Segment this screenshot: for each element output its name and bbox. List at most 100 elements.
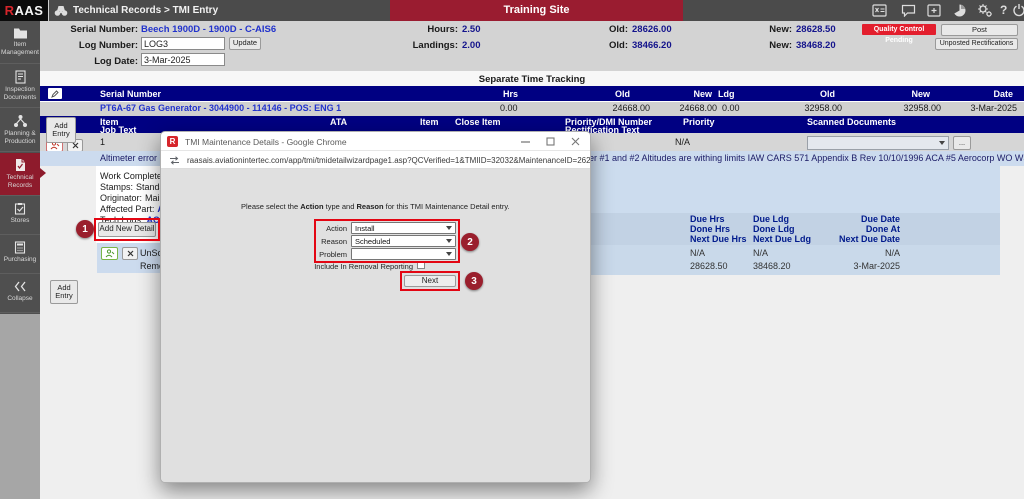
sidebar-item-planning-production[interactable]: Planning & Production: [0, 109, 40, 152]
settings-gears-icon[interactable]: [977, 3, 993, 18]
done-at-label: Done At: [790, 224, 900, 234]
reason-label: Reason: [297, 237, 347, 246]
modal-prompt-text: Please select the Action type and Reason…: [241, 202, 510, 211]
stt-col-old2: Old: [795, 89, 835, 99]
stt-col-old1: Old: [590, 89, 630, 99]
pie-chart-icon[interactable]: [952, 3, 967, 18]
due-values-ldg: N/A 38468.20: [753, 247, 791, 273]
post-button[interactable]: Post: [941, 24, 1018, 36]
modal-title: TMI Maintenance Details - Google Chrome: [185, 137, 347, 147]
training-site-banner: Training Site: [390, 0, 683, 21]
modal-url-bar[interactable]: raasais.aviationintertec.com/app/tmi/tmi…: [161, 151, 590, 169]
sidebar-item-purchasing[interactable]: Purchasing: [0, 236, 40, 274]
breadcrumb[interactable]: Technical Records > TMI Entry: [73, 5, 218, 16]
include-removal-label: Include In Removal Reporting: [257, 262, 413, 271]
action-select-value: Install: [355, 224, 375, 233]
clipboard-check-icon: [14, 202, 26, 215]
work-line-label: Affected Part:: [100, 204, 154, 214]
stt-col-serial: Serial Number: [100, 89, 161, 99]
stt-row-serial-link[interactable]: PT6A-67 Gas Generator - 3044900 - 114146…: [100, 103, 341, 113]
stt-row-new1: 24668.00: [657, 103, 717, 113]
person-icon: [105, 249, 115, 258]
due-date-label: Due Date: [790, 214, 900, 224]
help-icon[interactable]: ?: [1000, 3, 1007, 17]
modal-body: [161, 169, 590, 482]
log-number-label: Log Number:: [40, 40, 138, 51]
add-entry-button-top[interactable]: Add Entry: [46, 117, 76, 143]
stt-row-date: 3-Mar-2025: [947, 103, 1017, 113]
minimize-icon[interactable]: [521, 141, 530, 143]
landings-label: Landings:: [398, 40, 458, 51]
action-label: Action: [297, 224, 347, 233]
scanned-documents-select[interactable]: [807, 136, 949, 150]
log-number-input[interactable]: [141, 37, 225, 50]
items-col-priority: Priority: [683, 117, 715, 127]
reason-select[interactable]: Scheduled: [351, 235, 456, 247]
raas-app: RAAS Technical Records > TMI Entry Train…: [0, 0, 1024, 499]
hours-value: 2.50: [462, 24, 481, 35]
hours-old-value: 28626.00: [632, 24, 672, 35]
serial-number-value[interactable]: Beech 1900D - 1900D - C-AIS6: [141, 24, 276, 35]
item-row-priority: N/A: [660, 137, 705, 147]
close-window-icon[interactable]: [571, 137, 580, 146]
stt-row-new2: 32958.00: [881, 103, 941, 113]
sidebar-item-technical-records[interactable]: Technical Records: [0, 153, 40, 196]
next-button[interactable]: Next: [404, 275, 456, 287]
edit-pencil-button[interactable]: [48, 88, 62, 99]
power-icon[interactable]: [1012, 3, 1024, 17]
sidebar-item-inspection-documents[interactable]: Inspection Documents: [0, 65, 40, 108]
stt-row-ldg: 0.00: [722, 103, 740, 113]
person-edit-button-green[interactable]: [101, 247, 118, 260]
excel-export-icon[interactable]: [872, 4, 887, 17]
annotation-circle-2: 2: [461, 233, 479, 251]
pencil-icon: [51, 90, 59, 98]
app-logo[interactable]: RAAS: [0, 0, 49, 21]
close-row-button[interactable]: [122, 247, 138, 260]
binoculars-icon: [54, 4, 68, 17]
chat-icon[interactable]: [901, 4, 916, 17]
update-button[interactable]: Update: [229, 37, 261, 50]
network-nodes-icon: [13, 114, 28, 128]
problem-select[interactable]: [351, 248, 456, 260]
add-new-detail-button[interactable]: Add New Detail: [98, 222, 156, 237]
next-due-hrs-label: Next Due Hrs: [690, 234, 747, 244]
active-item-arrow: [40, 168, 46, 178]
unposted-rectifications-button[interactable]: Unposted Rectifications: [935, 38, 1018, 50]
logo-rest: AAS: [14, 3, 43, 18]
site-info-icon[interactable]: [169, 156, 180, 165]
add-window-icon[interactable]: [927, 4, 941, 17]
log-date-input[interactable]: [141, 53, 225, 66]
scanned-documents-dots-button[interactable]: ...: [953, 136, 971, 150]
hours-old-label: Old:: [588, 24, 628, 35]
landings-value: 2.00: [462, 40, 481, 51]
include-removal-checkbox[interactable]: [417, 261, 425, 269]
hours-new-label: New:: [752, 24, 792, 35]
reason-select-value: Scheduled: [355, 237, 390, 246]
close-icon: [127, 250, 134, 257]
next-due-date-value: 3-Mar-2025: [790, 260, 900, 273]
modal-title-bar[interactable]: R TMI Maintenance Details - Google Chrom…: [161, 132, 590, 151]
work-line-label: Stamps:: [100, 182, 133, 192]
item-row-number: 1: [100, 137, 105, 147]
collapse-arrows-icon: [13, 280, 27, 293]
add-entry-button-bottom[interactable]: Add Entry: [50, 280, 78, 304]
stt-col-new2: New: [890, 89, 930, 99]
sidebar-item-label: Inspection Documents: [1, 86, 39, 101]
maximize-icon[interactable]: [546, 137, 555, 146]
logo-letter-r: R: [5, 3, 15, 18]
action-select[interactable]: Install: [351, 222, 456, 234]
stt-header-row: [40, 86, 1024, 101]
sidebar-item-collapse[interactable]: Collapse: [0, 275, 40, 313]
sidebar-item-label: Purchasing: [1, 256, 39, 264]
due-header-date: Due Date Done At Next Due Date: [790, 214, 900, 244]
sidebar-item-item-management[interactable]: Item Management: [0, 21, 40, 64]
hours-new-value: 28628.50: [796, 24, 836, 35]
rectification-area-panel: [589, 166, 1000, 213]
sidebar-item-stores[interactable]: Stores: [0, 197, 40, 235]
done-hrs-label: Done Hrs: [690, 224, 747, 234]
landings-old-value: 38466.20: [632, 40, 672, 51]
next-due-date-label: Next Due Date: [790, 234, 900, 244]
stt-row-old2: 32958.00: [782, 103, 842, 113]
modal-url[interactable]: raasais.aviationintertec.com/app/tmi/tmi…: [187, 156, 591, 165]
due-hrs-value: N/A: [690, 247, 728, 260]
